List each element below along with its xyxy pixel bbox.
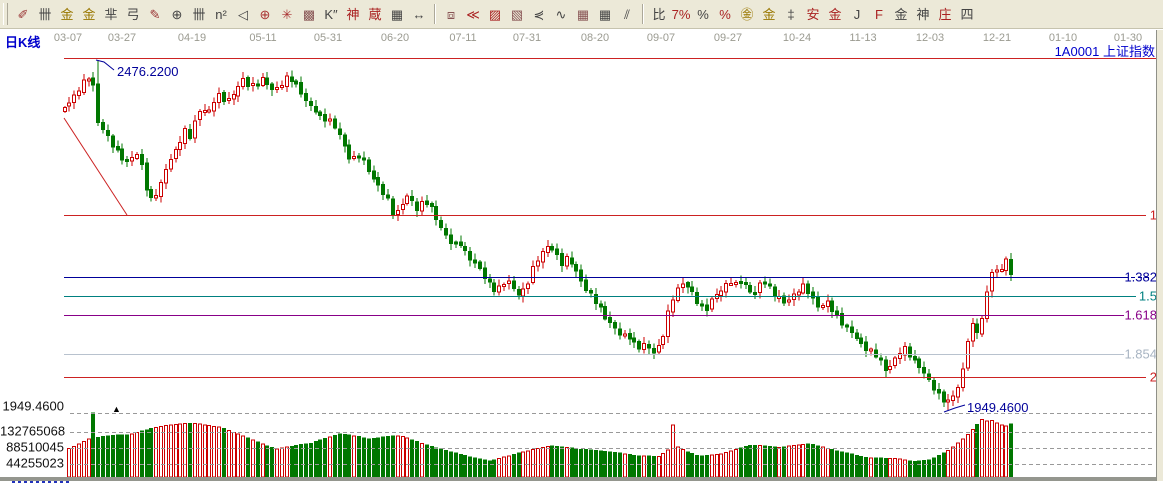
level-label-1.854: 1.854 xyxy=(1124,347,1157,362)
level-label-1.382: 1.382 xyxy=(1124,270,1157,285)
date-tick: 03-07 xyxy=(54,32,82,44)
date-tick: 04-19 xyxy=(178,32,206,44)
high-annotation: 2476.2200 xyxy=(117,64,178,79)
date-tick: 06-20 xyxy=(381,32,409,44)
date-tick: 07-11 xyxy=(449,32,476,44)
date-tick: 12-03 xyxy=(916,32,944,44)
date-tick: 09-27 xyxy=(714,32,742,44)
symbol-label: 1A0001 上证指数 xyxy=(1055,41,1155,60)
date-tick: 08-20 xyxy=(581,32,609,44)
date-tick: 03-27 xyxy=(108,32,136,44)
level-label-1.618: 1.618 xyxy=(1124,308,1157,323)
volume-axis-label: 44255023 xyxy=(0,456,64,471)
volume-axis-label: 132765068 xyxy=(0,424,64,439)
period-label: 日K线 xyxy=(5,32,40,51)
chart-area[interactable]: 03-07 03-27 04-19 05-11 05-31 06-20 07-11 07-31… xyxy=(0,0,1163,483)
date-tick: 05-31 xyxy=(314,32,342,44)
price-axis-label: 1949.4600 xyxy=(0,399,64,414)
date-tick: 09-07 xyxy=(647,32,675,44)
right-frame xyxy=(1156,30,1163,481)
date-tick: 11-13 xyxy=(849,32,876,44)
app-window: ✐卌金金芈弓✎⊕卌n²◁⊕✳▩K″神蔵▦↔⧈≪▨▧⋞∿▦▦⫽比7%%%㊎金‡安金… xyxy=(0,0,1163,483)
date-tick: 07-31 xyxy=(513,32,541,44)
bottom-divider xyxy=(0,477,1163,481)
date-axis: 03-07 03-27 04-19 05-11 05-31 06-20 07-11 07-31… xyxy=(0,30,1163,46)
date-tick: 05-11 xyxy=(249,32,276,44)
volume-axis-label: 88510045 xyxy=(0,440,64,455)
date-tick: 10-24 xyxy=(783,32,811,44)
level-label-1.5: 1.5 xyxy=(1139,289,1157,304)
triangle-marker: ▲ xyxy=(112,405,121,414)
date-tick: 12-21 xyxy=(983,32,1011,44)
low-annotation: 1949.4600 xyxy=(967,400,1028,415)
